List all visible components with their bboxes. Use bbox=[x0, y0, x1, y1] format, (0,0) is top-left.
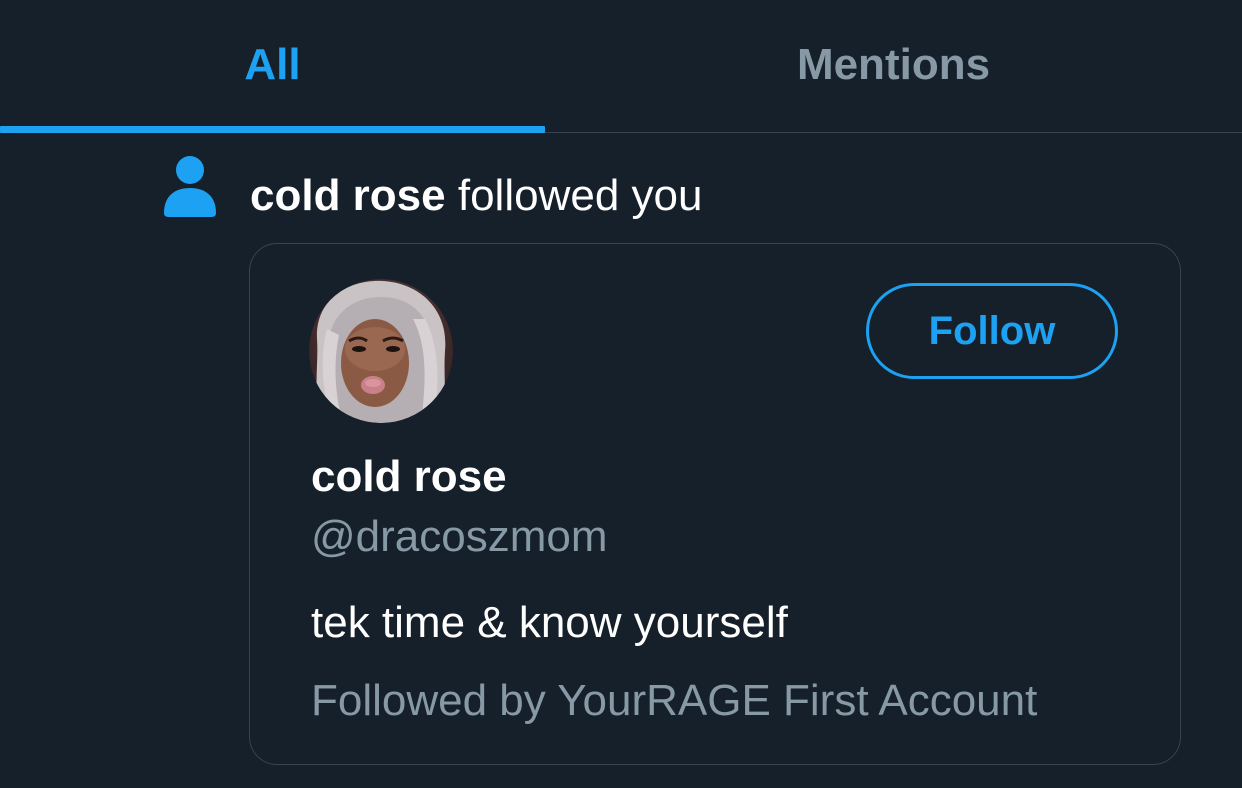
user-card[interactable]: Follow cold rose @dracoszmom tek time & … bbox=[249, 243, 1181, 765]
notification-actor-name[interactable]: cold rose bbox=[250, 171, 446, 220]
follow-button[interactable]: Follow bbox=[866, 283, 1118, 379]
follow-button-label: Follow bbox=[928, 308, 1056, 353]
follow-notification[interactable]: cold rose followed you Follow cold rose … bbox=[0, 133, 1242, 788]
tab-all[interactable]: All bbox=[0, 0, 545, 132]
tab-mentions-label: Mentions bbox=[796, 40, 991, 89]
user-display-name[interactable]: cold rose bbox=[311, 450, 507, 504]
user-handle[interactable]: @dracoszmom bbox=[311, 510, 608, 564]
followed-by-text: Followed by YourRAGE First Account bbox=[311, 676, 1038, 725]
notifications-screen: All Mentions cold rose followed you Foll… bbox=[0, 0, 1242, 788]
tab-all-label: All bbox=[244, 40, 301, 89]
notifications-tab-bar: All Mentions bbox=[0, 0, 1242, 133]
user-avatar[interactable] bbox=[309, 279, 453, 423]
tab-mentions[interactable]: Mentions bbox=[545, 0, 1242, 132]
notification-action: followed you bbox=[445, 171, 703, 220]
person-icon bbox=[164, 156, 216, 217]
user-bio: tek time & know yourself bbox=[311, 598, 788, 647]
notification-text: cold rose followed you bbox=[250, 169, 702, 223]
active-tab-indicator bbox=[0, 126, 545, 133]
